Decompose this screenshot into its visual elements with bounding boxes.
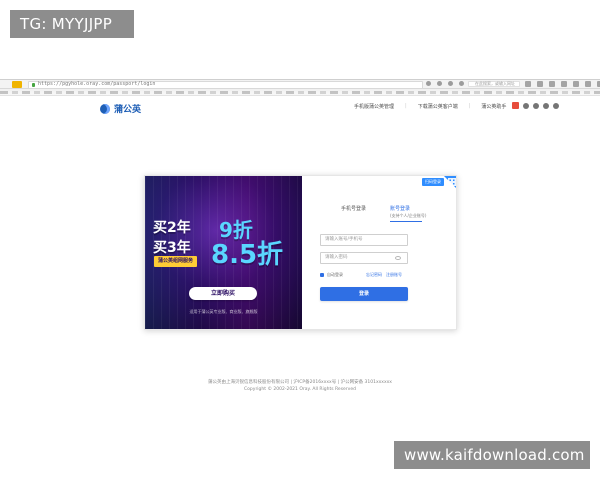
site-nav: 手机版蒲公英管理 | 下载蒲公英客户端 | 蒲公英助手 — [354, 103, 506, 110]
browser-menu-icon[interactable] — [525, 81, 531, 87]
browser-right-icons — [525, 81, 600, 87]
auto-login-label[interactable]: 自动登录 — [327, 272, 343, 278]
bookmarks-bar — [0, 89, 600, 96]
overlay-tag: TG: MYYJJPP — [10, 10, 134, 38]
username-field[interactable]: 请输入账号/手机号 — [320, 234, 408, 246]
footer-line-1: 蒲公英由上海贝锐信息科技股份有限公司 | 沪ICP备2016xxxx号 | 沪公… — [208, 380, 392, 385]
share-icon[interactable] — [543, 102, 549, 109]
password-field[interactable]: 请输入密码 — [320, 252, 408, 264]
login-panel: 扫码登录 手机号登录 账号登录 (支持个人/企业账号) 请输入账号/手机号 请输… — [302, 176, 456, 329]
lock-icon — [32, 82, 35, 87]
promo-line-2: 买3年 — [153, 237, 191, 257]
wechat-icon[interactable] — [523, 102, 529, 109]
browser-search-box[interactable]: 在此搜索，或输入网址 — [468, 81, 520, 87]
bookmarks-strip — [0, 91, 600, 94]
browser-menu-icon[interactable] — [573, 81, 579, 87]
login-button[interactable]: 登录 — [320, 287, 408, 301]
login-card: 买2年 9折 买3年 8.5折 蒲公英组网服务 立即购买 适用于蒲公英专业版、商… — [144, 175, 457, 330]
nav-item[interactable]: 蒲公英助手 — [481, 103, 506, 110]
eye-icon[interactable] — [395, 256, 401, 260]
promo-line-1-prefix: 买2年 — [153, 220, 191, 236]
overlay-tag-text: TG: MYYJJPP — [20, 15, 113, 33]
tab-account-sub: (支持个人/企业账号) — [390, 213, 427, 218]
qr-login-label: 扫码登录 — [422, 178, 444, 186]
address-bar-text: https://pgyhole.oray.com/passport/login — [38, 80, 156, 87]
promo-banner: 买2年 9折 买3年 8.5折 蒲公英组网服务 立即购买 适用于蒲公英专业版、商… — [145, 176, 302, 329]
browser-menu-icon[interactable] — [561, 81, 567, 87]
browser-menu-icon[interactable] — [537, 81, 543, 87]
qq-icon[interactable] — [533, 102, 539, 109]
promo-footer: 适用于蒲公英专业版、商业版、旗舰版 — [189, 309, 258, 314]
brand-logo-icon — [100, 103, 110, 114]
nav-item[interactable]: 下载蒲公英客户端 — [418, 103, 458, 110]
qr-corner-triangle — [444, 176, 456, 190]
site-header: 蒲公英 手机版蒲公英管理 | 下载蒲公英客户端 | 蒲公英助手 — [0, 96, 600, 120]
tab-account-login[interactable]: 账号登录 — [390, 205, 410, 212]
nav-separator: | — [468, 103, 471, 109]
forgot-password-link[interactable]: 忘记密码 — [366, 272, 382, 278]
nav-item[interactable]: 手机版蒲公英管理 — [354, 103, 394, 110]
browser-extension-icon[interactable] — [12, 81, 22, 88]
browser-menu-icon[interactable] — [549, 81, 555, 87]
login-tabs: 手机号登录 账号登录 (支持个人/企业账号) — [320, 205, 440, 225]
footer-line-2: Copyright © 2002-2021 Oray. All Rights R… — [244, 387, 356, 392]
promo-line-2-value: 8.5折 — [211, 240, 284, 270]
buy-now-button[interactable]: 立即购买 — [189, 287, 257, 300]
browser-toolbar: https://pgyhole.oray.com/passport/login … — [0, 80, 600, 89]
weibo-icon[interactable] — [512, 102, 519, 109]
browser-tool-icon[interactable] — [459, 81, 464, 86]
promo-line-1: 买2年 — [153, 217, 191, 237]
browser-tool-icon[interactable] — [426, 81, 431, 86]
brand[interactable]: 蒲公英 — [100, 102, 141, 115]
header-icons — [512, 102, 559, 109]
username-placeholder: 请输入账号/手机号 — [325, 237, 363, 242]
browser-search-text: 在此搜索，或输入网址 — [475, 81, 515, 86]
page-footer: 蒲公英由上海贝锐信息科技股份有限公司 | 沪ICP备2016xxxx号 | 沪公… — [0, 379, 600, 393]
nav-separator: | — [405, 103, 407, 109]
qr-code-icon — [448, 178, 456, 186]
help-icon[interactable] — [553, 102, 559, 109]
screenshot-root: TG: MYYJJPP https://pgyhole.oray.com/pas… — [0, 0, 600, 480]
active-tab-underline — [390, 221, 422, 222]
password-placeholder: 请输入密码 — [325, 255, 348, 260]
address-bar[interactable]: https://pgyhole.oray.com/passport/login — [28, 80, 423, 89]
promo-strip: 蒲公英组网服务 — [154, 256, 198, 267]
login-options: 自动登录 忘记密码 注册账号 — [320, 272, 408, 280]
watermark: www.kaifdownload.com — [394, 441, 590, 469]
auto-login-checkbox[interactable] — [320, 273, 324, 277]
register-link[interactable]: 注册账号 — [386, 272, 402, 278]
browser-tool-icon[interactable] — [437, 81, 442, 86]
promo-line-2-prefix: 买3年 — [153, 240, 191, 256]
browser-menu-icon[interactable] — [585, 81, 591, 87]
brand-name: 蒲公英 — [114, 105, 142, 115]
watermark-text: www.kaifdownload.com — [404, 446, 585, 464]
browser-tool-icon[interactable] — [448, 81, 453, 86]
tab-phone-login[interactable]: 手机号登录 — [341, 205, 366, 212]
